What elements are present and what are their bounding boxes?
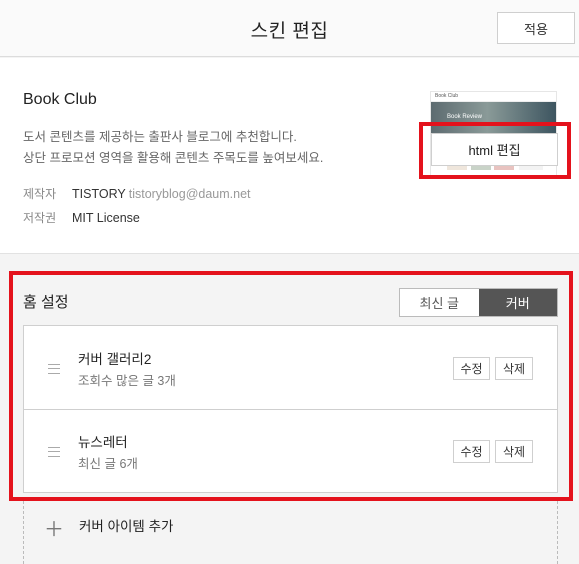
- tab-cover[interactable]: 커버: [478, 289, 557, 316]
- home-settings-title: 홈 설정: [23, 294, 69, 311]
- license-value: MIT License: [72, 211, 140, 225]
- item-subtitle: 최신 글 6개: [78, 457, 138, 471]
- item-name: 뉴스레터: [78, 435, 128, 450]
- drag-handle-icon[interactable]: [48, 364, 60, 374]
- list-item: 커버 갤러리2 조회수 많은 글 3개 수정 삭제: [24, 326, 557, 409]
- item-name: 커버 갤러리2: [78, 352, 152, 367]
- apply-button[interactable]: 적용: [497, 12, 575, 44]
- tab-latest-posts[interactable]: 최신 글: [400, 289, 479, 316]
- delete-button[interactable]: 삭제: [495, 357, 533, 380]
- skin-description-line: 상단 프로모션 영역을 활용해 콘텐츠 주목도를 높여보세요.: [23, 151, 324, 165]
- skin-description-line: 도서 콘텐츠를 제공하는 출판사 블로그에 추천합니다.: [23, 130, 297, 144]
- maker-row: 제작자 TISTORY tistoryblog@daum.net: [23, 185, 251, 202]
- license-row: 저작권 MIT License: [23, 209, 140, 226]
- maker-value: TISTORY: [72, 187, 126, 201]
- license-label: 저작권: [23, 211, 57, 225]
- delete-button[interactable]: 삭제: [495, 440, 533, 463]
- top-bar: 스킨 편집 적용: [0, 0, 579, 57]
- add-cover-item-button[interactable]: 커버 아이템 추가: [79, 515, 173, 535]
- edit-button[interactable]: 수정: [453, 440, 490, 463]
- skin-name: Book Club: [23, 91, 97, 108]
- item-subtitle: 조회수 많은 글 3개: [78, 374, 176, 388]
- thumbnail-banner-text: Book Review: [447, 114, 483, 120]
- home-type-toggle: 최신 글 커버: [399, 288, 558, 317]
- plus-icon[interactable]: ＋: [44, 513, 64, 542]
- cover-item-list: 커버 갤러리2 조회수 많은 글 3개 수정 삭제 뉴스레터 최신 글 6개 수…: [23, 325, 558, 493]
- maker-label: 제작자: [23, 187, 57, 201]
- skin-description: 도서 콘텐츠를 제공하는 출판사 블로그에 추천합니다. 상단 프로모션 영역을…: [23, 127, 323, 169]
- html-edit-button[interactable]: html 편집: [431, 133, 558, 166]
- page-title: 스킨 편집: [250, 21, 329, 42]
- list-item: 뉴스레터 최신 글 6개 수정 삭제: [24, 409, 557, 492]
- maker-email: tistoryblog@daum.net: [128, 187, 251, 201]
- thumbnail-header: Book Club: [431, 92, 556, 102]
- edit-button[interactable]: 수정: [453, 357, 490, 380]
- thumbnail-brand: Book Club: [435, 93, 459, 99]
- drag-handle-icon[interactable]: [48, 447, 60, 457]
